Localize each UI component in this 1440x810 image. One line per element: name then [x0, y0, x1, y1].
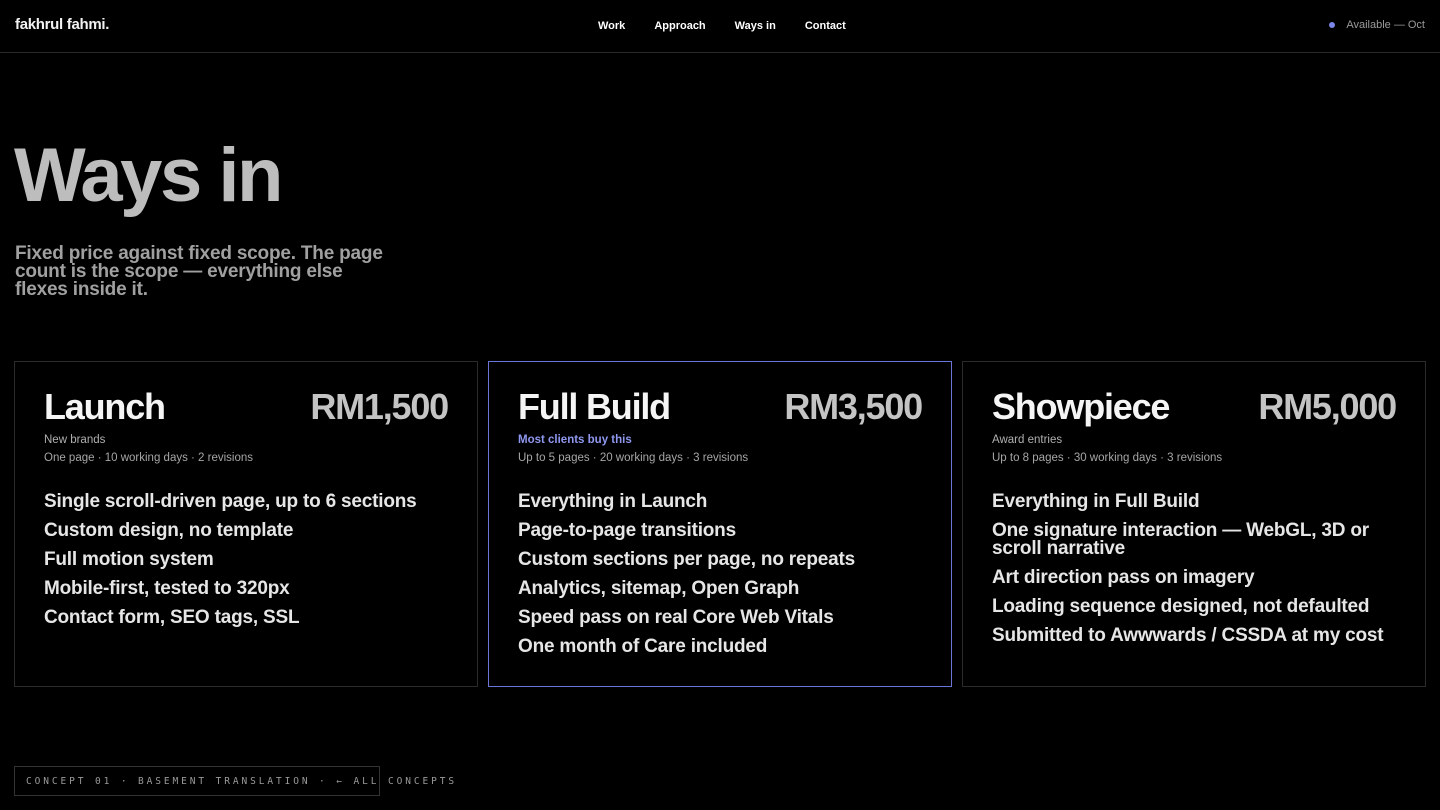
feature-item: Mobile-first, tested to 320px: [44, 578, 290, 599]
feature-item: Custom sections per page, no repeats: [518, 549, 855, 570]
availability-text: Available — Oct: [1346, 19, 1425, 31]
plan-name: Showpiece: [992, 386, 1170, 427]
feature-item: Speed pass on real Core Web Vitals: [518, 607, 834, 628]
plan-name: Full Build: [518, 386, 671, 427]
feature-item: Page-to-page transitions: [518, 520, 736, 541]
plan-card-showpiece: Showpiece RM5,000 Award entries Up to 8 …: [962, 361, 1426, 687]
plan-tag: Most clients buy this: [518, 434, 632, 446]
availability-status: Available — Oct: [1329, 19, 1425, 31]
all-concepts-link[interactable]: CONCEPT 01 · BASEMENT TRANSLATION · ← AL…: [14, 766, 454, 796]
feature-item: Contact form, SEO tags, SSL: [44, 607, 300, 628]
page-lede: Fixed price against fixed scope. The pag…: [15, 243, 383, 300]
page-title: Ways in: [14, 133, 283, 218]
feature-item: Everything in Full Build: [992, 491, 1200, 512]
feature-item: Analytics, sitemap, Open Graph: [518, 578, 800, 599]
feature-item: Single scroll-driven page, up to 6 secti…: [44, 491, 417, 512]
plan-price: RM1,500: [310, 386, 449, 427]
plan-price: RM5,000: [1258, 386, 1397, 427]
feature-item: Submitted to Awwwards / CSSDA at my cost: [992, 625, 1384, 646]
feature-item: One month of Care included: [518, 636, 768, 657]
plan-meta: One page · 10 working days · 2 revisions: [44, 452, 254, 464]
plan-meta: Up to 5 pages · 20 working days · 3 revi…: [518, 452, 749, 464]
feature-item: Loading sequence designed, not defaulted: [992, 596, 1370, 617]
plan-name: Launch: [44, 386, 166, 427]
plan-tag: New brands: [44, 434, 106, 446]
status-dot-icon: [1329, 22, 1336, 28]
plan-meta: Up to 8 pages · 30 working days · 3 revi…: [992, 452, 1223, 464]
top-bar: fakhrul fahmi. Work Approach Ways in Con…: [0, 0, 1440, 53]
feature-item: Art direction pass on imagery: [992, 567, 1255, 588]
plan-features: Everything in Launch Page-to-page transi…: [518, 491, 928, 667]
plan-price: RM3,500: [784, 386, 923, 427]
nav-link-work[interactable]: Work: [598, 20, 625, 32]
nav-link-ways-in[interactable]: Ways in: [735, 20, 776, 32]
feature-item: One signature interaction — WebGL, 3D or…: [992, 520, 1369, 559]
site-logo[interactable]: fakhrul fahmi.: [15, 16, 109, 33]
feature-item: Everything in Launch: [518, 491, 708, 512]
nav-link-contact[interactable]: Contact: [805, 20, 846, 32]
feature-item: Full motion system: [44, 549, 214, 570]
feature-item: Custom design, no template: [44, 520, 294, 541]
main-nav: Work Approach Ways in Contact: [598, 20, 875, 32]
plan-card-launch: Launch RM1,500 New brands One page · 10 …: [14, 361, 478, 687]
plan-features: Single scroll-driven page, up to 6 secti…: [44, 491, 454, 638]
plan-card-full-build: Full Build RM3,500 Most clients buy this…: [488, 361, 952, 687]
plan-tag: Award entries: [992, 434, 1063, 446]
plan-features: Everything in Full Build One signature i…: [992, 491, 1402, 656]
nav-link-approach[interactable]: Approach: [654, 20, 705, 32]
